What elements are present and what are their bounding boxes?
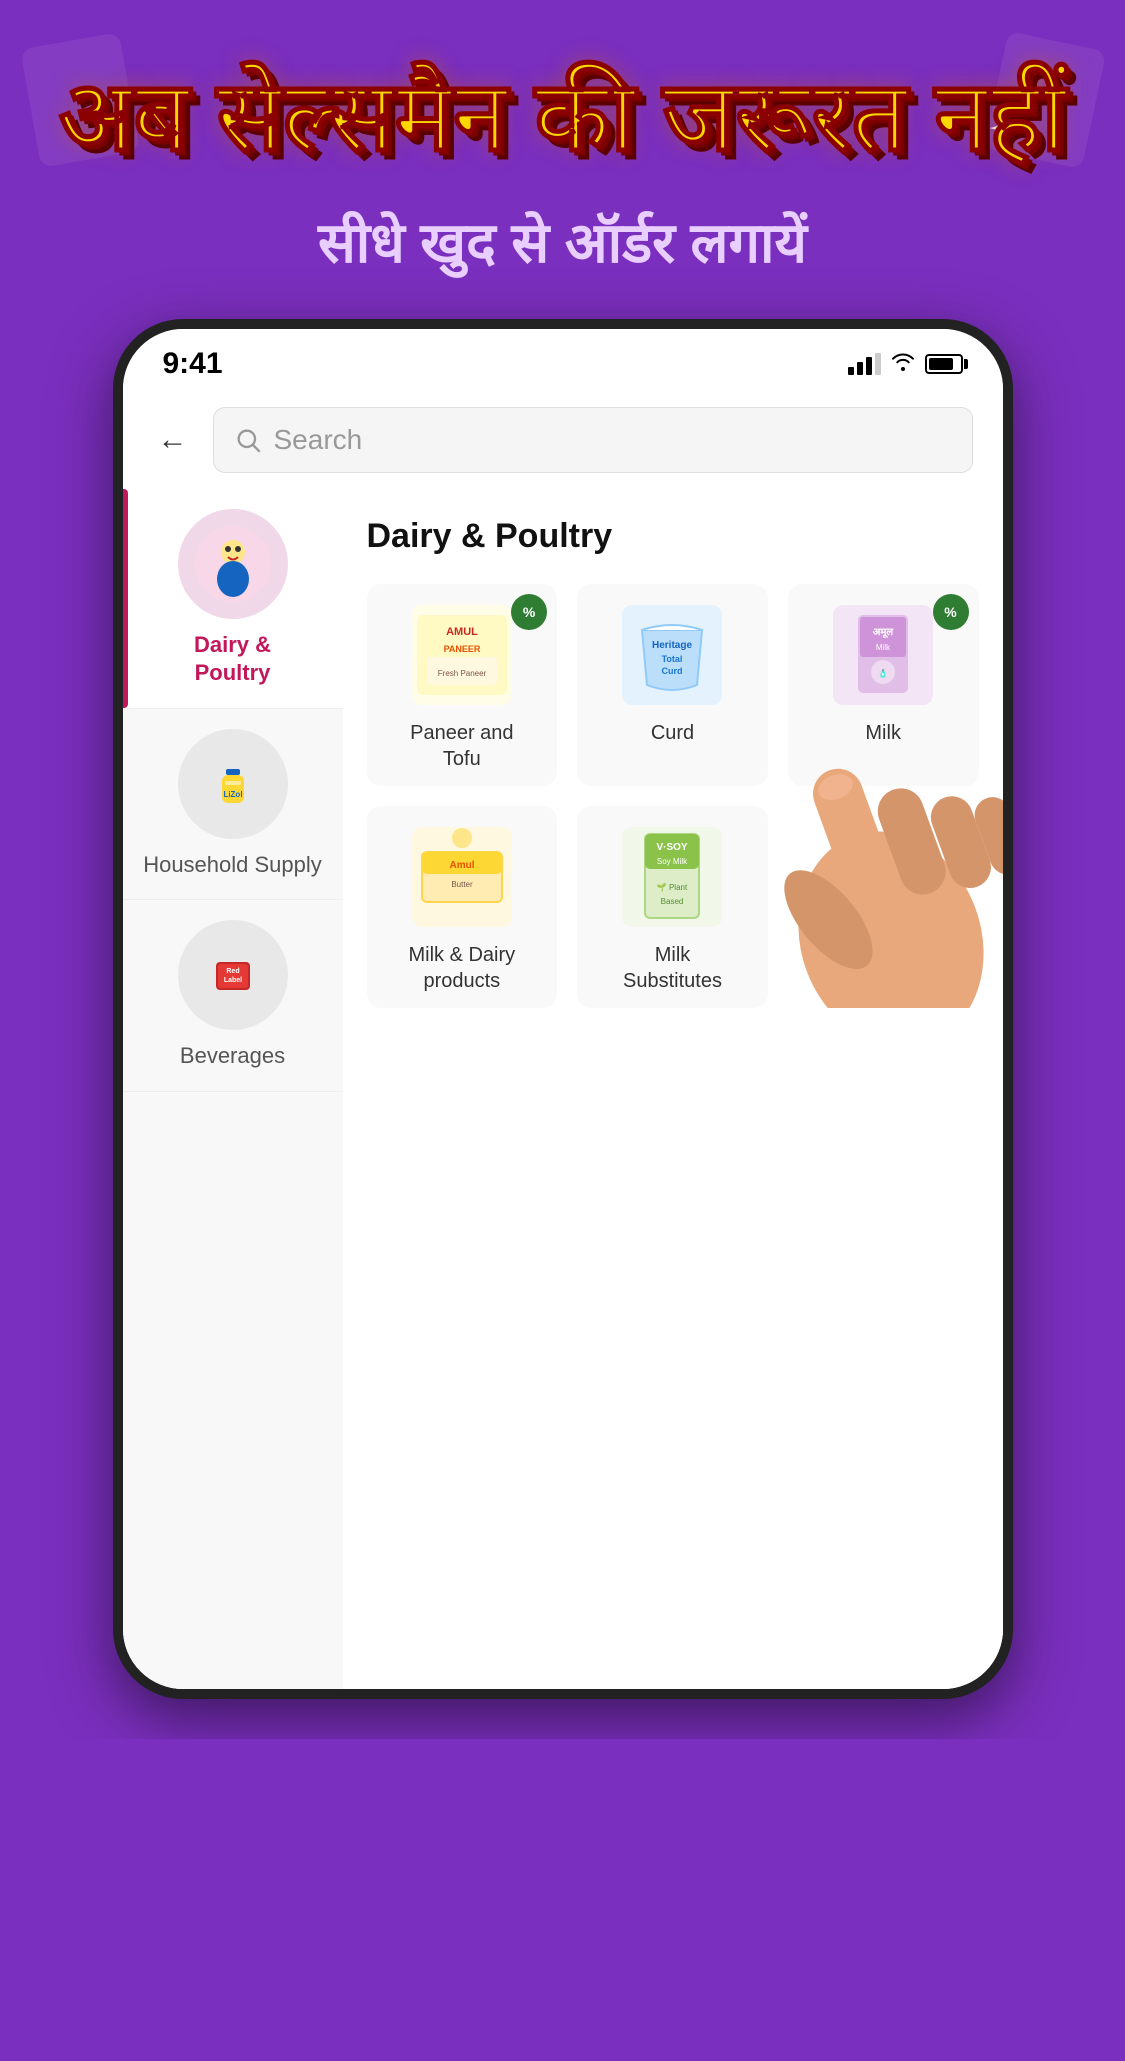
back-button[interactable]: ← [153,418,193,462]
phone-mockup-wrap: 9:41 [40,319,1085,1699]
svg-text:V·SOY: V·SOY [657,842,688,853]
svg-text:🧴: 🧴 [878,668,888,678]
product-card-paneer[interactable]: % AMUL PANEER Fresh [367,584,558,786]
sidebar-item-dairy-label: Dairy &Poultry [194,631,271,688]
main-headline: अब सेल्समैन की जरूरत नहीं [40,60,1085,173]
product-name-curd: Curd [651,720,694,746]
sidebar-item-beverages-label: Beverages [180,1042,285,1071]
svg-text:Amul: Amul [449,860,474,871]
product-name-milk-substitutes: MilkSubstitutes [623,942,722,994]
svg-text:Soy Milk: Soy Milk [657,857,688,866]
category-title: Dairy & Poultry [367,517,979,556]
dairy-img-svg [193,524,273,604]
svg-text:Butter: Butter [451,880,473,889]
product-name-dairy-products: Milk & Dairyproducts [408,942,515,994]
beverages-img: Red Label [178,920,288,1030]
svg-text:Based: Based [661,897,684,906]
svg-text:AMUL: AMUL [446,626,478,638]
wifi-icon [891,351,915,377]
household-img-svg: LiZol [198,749,268,819]
svg-text:अमूल: अमूल [873,627,895,639]
dairy-products-image: Amul Butter [407,822,517,932]
status-bar: 9:41 [123,329,1003,391]
product-card-dairy-products[interactable]: Amul Butter Milk & Dairyproducts [367,806,558,1008]
svg-text:PANEER: PANEER [443,644,480,654]
discount-badge-paneer: % [511,594,547,630]
banner-section: ✦ अब सेल्समैन की जरूरत नहीं सीधे खुद से … [0,0,1125,1739]
product-name-paneer: Paneer andTofu [410,720,513,772]
product-card-curd[interactable]: Heritage Total Curd Curd [577,584,768,786]
search-icon [234,426,262,454]
product-grid-wrap: % AMUL PANEER Fresh [367,584,979,1008]
product-grid-area: Dairy & Poultry % [343,489,1003,1689]
svg-text:Milk: Milk [876,643,891,652]
product-grid: % AMUL PANEER Fresh [367,584,979,1008]
paneer-image: AMUL PANEER Fresh Paneer [407,600,517,710]
sidebar-item-beverages[interactable]: Red Label Beverages [123,900,343,1092]
status-icons [848,351,963,377]
status-time: 9:41 [163,347,223,381]
sidebar-item-household[interactable]: LiZol Household Supply [123,709,343,901]
milk-image: अमूल Milk 🧴 [828,600,938,710]
svg-text:Fresh Paneer: Fresh Paneer [438,669,487,678]
svg-text:Heritage: Heritage [652,640,692,651]
search-bar-row: ← Search [123,391,1003,489]
sub-headline: सीधे खुद से ऑर्डर लगायें [40,203,1085,279]
dairy-img [178,509,288,619]
discount-badge-milk: % [933,594,969,630]
battery-icon [925,354,963,374]
signal-bars-icon [848,353,881,375]
milk-substitutes-image: V·SOY Soy Milk 🌱 Plant Based [617,822,727,932]
phone-mockup: 9:41 [113,319,1013,1699]
sidebar-item-dairy[interactable]: Dairy &Poultry [123,489,343,709]
svg-text:Total: Total [662,654,683,664]
svg-text:Red: Red [226,968,239,975]
svg-text:Label: Label [223,977,241,984]
product-card-milk-substitutes[interactable]: V·SOY Soy Milk 🌱 Plant Based MilkSubstit… [577,806,768,1008]
search-input-wrap[interactable]: Search [213,407,973,473]
content-area: Dairy &Poultry LiZol [123,489,1003,1689]
curd-image: Heritage Total Curd [617,600,727,710]
beverages-img-svg: Red Label [198,940,268,1010]
svg-text:LiZol: LiZol [223,790,242,799]
household-img: LiZol [178,729,288,839]
category-sidebar: Dairy &Poultry LiZol [123,489,343,1689]
svg-text:Curd: Curd [662,666,683,676]
search-placeholder: Search [274,424,363,456]
svg-text:🌱 Plant: 🌱 Plant [657,883,688,892]
product-name-milk: Milk [865,720,901,746]
sidebar-item-household-label: Household Supply [143,851,322,880]
product-card-milk[interactable]: % अमूल Milk [788,584,979,786]
